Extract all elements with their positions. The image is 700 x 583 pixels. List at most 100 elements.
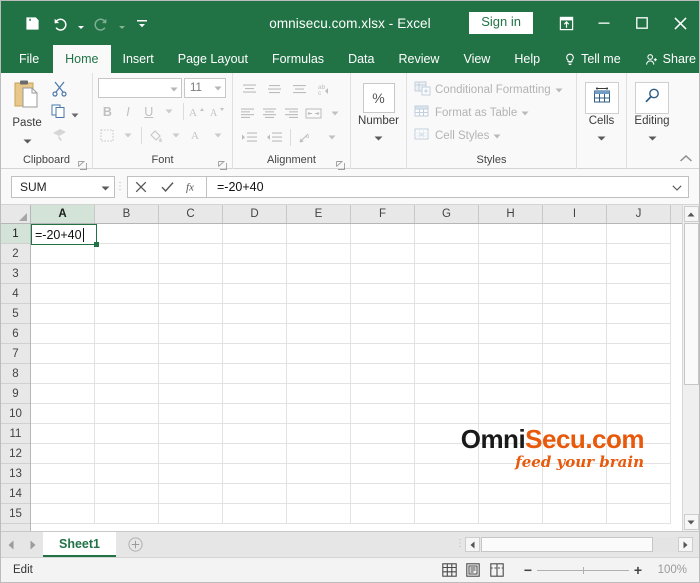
font-name-input[interactable] (98, 78, 182, 98)
cell-F9[interactable] (351, 384, 415, 404)
number-format-button[interactable]: % (362, 83, 395, 113)
undo-icon[interactable] (47, 10, 73, 36)
cell-G7[interactable] (415, 344, 479, 364)
cell-F13[interactable] (351, 464, 415, 484)
cell-I7[interactable] (543, 344, 607, 364)
cell-I5[interactable] (543, 304, 607, 324)
cell-B6[interactable] (95, 324, 159, 344)
page-layout-view-button[interactable] (461, 561, 485, 580)
cell-I8[interactable] (543, 364, 607, 384)
cell-J2[interactable] (607, 244, 671, 264)
cell-B7[interactable] (95, 344, 159, 364)
column-header-G[interactable]: G (415, 205, 479, 223)
cell-H5[interactable] (479, 304, 543, 324)
cell-F7[interactable] (351, 344, 415, 364)
cell-H3[interactable] (479, 264, 543, 284)
format-as-table-caret-icon[interactable] (521, 107, 529, 119)
enter-formula-button[interactable] (154, 177, 180, 197)
cell-A15[interactable] (31, 504, 95, 524)
row-header-8[interactable]: 8 (1, 364, 30, 384)
cell-C8[interactable] (159, 364, 223, 384)
customize-qat-icon[interactable] (129, 10, 155, 36)
cells-body[interactable]: =-20+40 OmniSecu.com feed your brain (31, 224, 682, 531)
conditional-formatting-caret-icon[interactable] (555, 84, 563, 96)
cell-D2[interactable] (223, 244, 287, 264)
maximize-button[interactable] (623, 1, 661, 45)
cell-styles-caret-icon[interactable] (493, 130, 501, 142)
merge-and-center-button[interactable] (303, 103, 323, 124)
cell-J8[interactable] (607, 364, 671, 384)
cell-D5[interactable] (223, 304, 287, 324)
orientation-button[interactable]: ab c (313, 79, 336, 100)
cell-J12[interactable] (607, 444, 671, 464)
cell-A6[interactable] (31, 324, 95, 344)
cell-H15[interactable] (479, 504, 543, 524)
cell-G3[interactable] (415, 264, 479, 284)
borders-dropdown-caret-icon[interactable] (119, 125, 138, 146)
cell-E15[interactable] (287, 504, 351, 524)
row-header-5[interactable]: 5 (1, 304, 30, 324)
cell-A10[interactable] (31, 404, 95, 424)
copy-dropdown-caret-icon[interactable] (71, 105, 79, 123)
column-header-A[interactable]: A (31, 205, 95, 223)
cell-H14[interactable] (479, 484, 543, 504)
borders-button[interactable] (98, 125, 117, 146)
cell-A3[interactable] (31, 264, 95, 284)
cell-E10[interactable] (287, 404, 351, 424)
row-header-15[interactable]: 15 (1, 504, 30, 524)
cell-C1[interactable] (159, 224, 223, 244)
cell-A11[interactable] (31, 424, 95, 444)
row-header-6[interactable]: 6 (1, 324, 30, 344)
font-size-input[interactable]: 11 (184, 78, 226, 98)
cells-dropdown-caret-icon[interactable] (582, 128, 621, 146)
cells-button[interactable] (584, 82, 619, 114)
cell-D1[interactable] (223, 224, 287, 244)
add-sheet-button[interactable] (116, 532, 155, 557)
column-header-I[interactable]: I (543, 205, 607, 223)
scroll-right-button[interactable] (678, 537, 693, 552)
column-header-E[interactable]: E (287, 205, 351, 223)
cell-E11[interactable] (287, 424, 351, 444)
cell-A8[interactable] (31, 364, 95, 384)
cell-C6[interactable] (159, 324, 223, 344)
cell-D14[interactable] (223, 484, 287, 504)
redo-icon[interactable] (88, 10, 114, 36)
minimize-button[interactable] (585, 1, 623, 45)
column-header-H[interactable]: H (479, 205, 543, 223)
cell-G14[interactable] (415, 484, 479, 504)
increase-indent-button[interactable] (263, 127, 286, 148)
cell-J7[interactable] (607, 344, 671, 364)
format-painter-button[interactable] (51, 126, 69, 147)
scroll-left-button[interactable] (465, 537, 480, 552)
active-cell-editor[interactable]: =-20+40 (31, 224, 99, 247)
insert-function-button[interactable]: fx (180, 177, 206, 197)
cell-B12[interactable] (95, 444, 159, 464)
vertical-scrollbar[interactable] (682, 205, 699, 531)
cell-D11[interactable] (223, 424, 287, 444)
cell-A9[interactable] (31, 384, 95, 404)
decrease-indent-button[interactable] (238, 127, 261, 148)
cell-A5[interactable] (31, 304, 95, 324)
sheet-tab-sheet1[interactable]: Sheet1 (43, 532, 116, 557)
redo-dropdown-caret-icon[interactable] (116, 10, 127, 36)
decrease-font-size-button[interactable]: A (208, 101, 227, 122)
cell-B8[interactable] (95, 364, 159, 384)
align-center-button[interactable] (260, 103, 280, 124)
cell-C2[interactable] (159, 244, 223, 264)
cell-D7[interactable] (223, 344, 287, 364)
cell-G5[interactable] (415, 304, 479, 324)
cell-B11[interactable] (95, 424, 159, 444)
save-icon[interactable] (19, 10, 45, 36)
tab-formulas[interactable]: Formulas (260, 45, 336, 73)
expand-formula-bar-caret-icon[interactable] (672, 180, 682, 194)
cell-F6[interactable] (351, 324, 415, 344)
cell-F12[interactable] (351, 444, 415, 464)
cell-E7[interactable] (287, 344, 351, 364)
cell-D10[interactable] (223, 404, 287, 424)
cell-F5[interactable] (351, 304, 415, 324)
row-header-10[interactable]: 10 (1, 404, 30, 424)
cell-C11[interactable] (159, 424, 223, 444)
cell-I10[interactable] (543, 404, 607, 424)
cell-B4[interactable] (95, 284, 159, 304)
cell-J3[interactable] (607, 264, 671, 284)
